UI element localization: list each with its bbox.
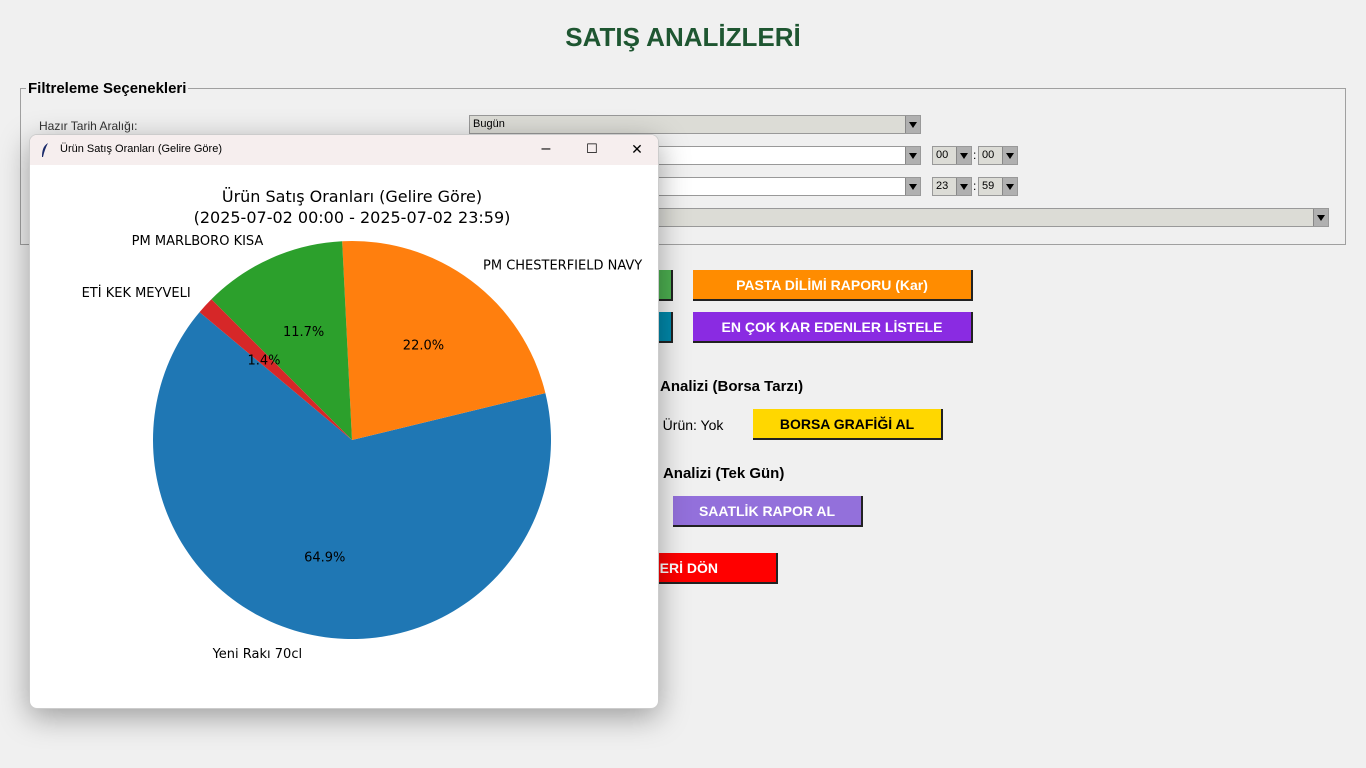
chevron-down-icon[interactable] — [1313, 209, 1328, 226]
time-separator: : — [973, 148, 977, 162]
start-hour-spin[interactable]: 00 — [932, 146, 972, 165]
maximize-button[interactable]: ☐ — [569, 135, 615, 165]
slice-label: PM MARLBORO KISA — [132, 234, 264, 249]
stock-analysis-heading: Analizi (Borsa Tarzı) — [660, 378, 804, 395]
filter-frame-legend: Filtreleme Seçenekleri — [26, 80, 189, 97]
chart-title: Ürün Satış Oranları (Gelire Göre) — [222, 187, 482, 206]
slice-percent-label: 11.7% — [283, 325, 324, 340]
time-separator: : — [973, 179, 977, 193]
pie-chart-window: Ürün Satış Oranları (Gelire Göre) – ☐ ✕ … — [29, 134, 659, 709]
preset-range-label: Hazır Tarih Aralığı: — [39, 119, 138, 133]
slice-label: PM CHESTERFIELD NAVY — [483, 259, 642, 274]
chevron-down-icon[interactable] — [956, 178, 971, 195]
end-minute-value: 59 — [982, 180, 995, 192]
window-title-bar[interactable]: Ürün Satış Oranları (Gelire Göre) – ☐ ✕ — [30, 135, 658, 165]
slice-percent-label: 64.9% — [304, 550, 345, 565]
slice-label: ETİ KEK MEYVELI — [82, 285, 191, 301]
start-hour-value: 00 — [936, 149, 949, 161]
stock-chart-button[interactable]: BORSA GRAFİĞİ AL — [753, 409, 943, 440]
hourly-report-button[interactable]: SAATLİK RAPOR AL — [673, 496, 863, 527]
slice-label: Yeni Rakı 70cl — [212, 647, 302, 662]
preset-range-select[interactable]: Bugün — [469, 115, 921, 134]
start-minute-value: 00 — [982, 149, 995, 161]
end-date-field[interactable] — [620, 177, 921, 196]
chevron-down-icon[interactable] — [905, 147, 920, 164]
chart-subtitle: (2025-07-02 00:00 - 2025-07-02 23:59) — [194, 208, 511, 227]
chevron-down-icon[interactable] — [905, 178, 920, 195]
preset-range-value: Bugün — [473, 118, 505, 130]
chevron-down-icon[interactable] — [1002, 178, 1017, 195]
minimize-button[interactable]: – — [523, 135, 569, 165]
start-date-field[interactable] — [620, 146, 921, 165]
chevron-down-icon[interactable] — [905, 116, 920, 133]
selected-product-label: n Ürün: Yok — [651, 417, 724, 433]
pie-profit-report-button[interactable]: PASTA DİLİMİ RAPORU (Kar) — [693, 270, 973, 301]
page-title: SATIŞ ANALİZLERİ — [565, 22, 801, 52]
chevron-down-icon[interactable] — [956, 147, 971, 164]
end-hour-value: 23 — [936, 180, 949, 192]
feather-icon — [42, 143, 48, 157]
product-select[interactable] — [620, 208, 1329, 227]
pie-chart: Ürün Satış Oranları (Gelire Göre) (2025-… — [82, 187, 643, 662]
close-button[interactable]: ✕ — [614, 135, 658, 165]
slice-percent-label: 22.0% — [403, 338, 444, 353]
hourly-analysis-heading: ş Analizi (Tek Gün) — [651, 465, 785, 482]
end-minute-spin[interactable]: 59 — [978, 177, 1018, 196]
start-minute-spin[interactable]: 00 — [978, 146, 1018, 165]
chevron-down-icon[interactable] — [1002, 147, 1017, 164]
window-title: Ürün Satış Oranları (Gelire Göre) — [60, 143, 222, 155]
top-profit-list-button[interactable]: EN ÇOK KAR EDENLER LİSTELE — [693, 312, 973, 343]
slice-percent-label: 1.4% — [247, 353, 280, 368]
end-hour-spin[interactable]: 23 — [932, 177, 972, 196]
